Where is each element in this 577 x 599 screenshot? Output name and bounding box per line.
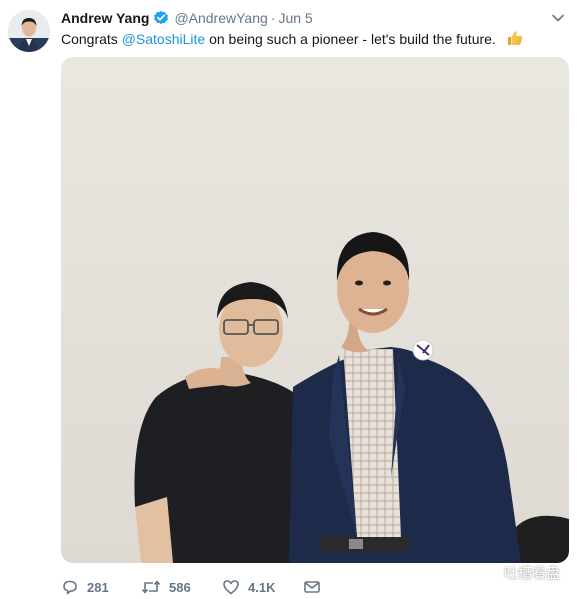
watermark: 吐槽看盘: [472, 563, 560, 583]
reply-button[interactable]: 281: [61, 578, 109, 596]
tweet-photo[interactable]: [61, 57, 569, 563]
avatar[interactable]: [8, 10, 50, 52]
tweet-header: Andrew Yang @AndrewYang · Jun 5: [61, 9, 313, 27]
tweet-text: Congrats @SatoshiLite on being such a pi…: [61, 29, 524, 48]
retweet-icon: [141, 580, 161, 594]
avatar-image: [8, 10, 50, 52]
author-handle[interactable]: @AndrewYang: [174, 10, 267, 26]
like-count: 4.1K: [248, 579, 276, 595]
tweet-text-after: on being such a pioneer - let's build th…: [205, 31, 496, 47]
retweet-button[interactable]: 586: [141, 578, 191, 596]
mention-link[interactable]: @SatoshiLite: [122, 31, 205, 47]
tweet-text-before: Congrats: [61, 31, 122, 47]
tweet: Andrew Yang @AndrewYang · Jun 5 Congrats…: [0, 0, 577, 599]
wechat-icon: [472, 564, 497, 582]
watermark-text: 吐槽看盘: [504, 565, 560, 581]
chevron-down-icon[interactable]: [551, 11, 565, 25]
retweet-count: 586: [169, 579, 191, 595]
like-button[interactable]: 4.1K: [222, 578, 275, 596]
heart-icon: [223, 580, 239, 595]
thumbs-up-icon: [507, 31, 522, 45]
direct-message-button[interactable]: [303, 578, 329, 596]
author-name[interactable]: Andrew Yang: [61, 10, 149, 26]
verified-badge-icon: [154, 10, 169, 25]
separator-dot: ·: [270, 10, 276, 26]
reply-icon: [63, 580, 77, 595]
photo-image: [61, 57, 569, 563]
reply-count: 281: [87, 579, 109, 595]
envelope-icon: [304, 581, 320, 593]
tweet-date[interactable]: Jun 5: [278, 10, 312, 26]
